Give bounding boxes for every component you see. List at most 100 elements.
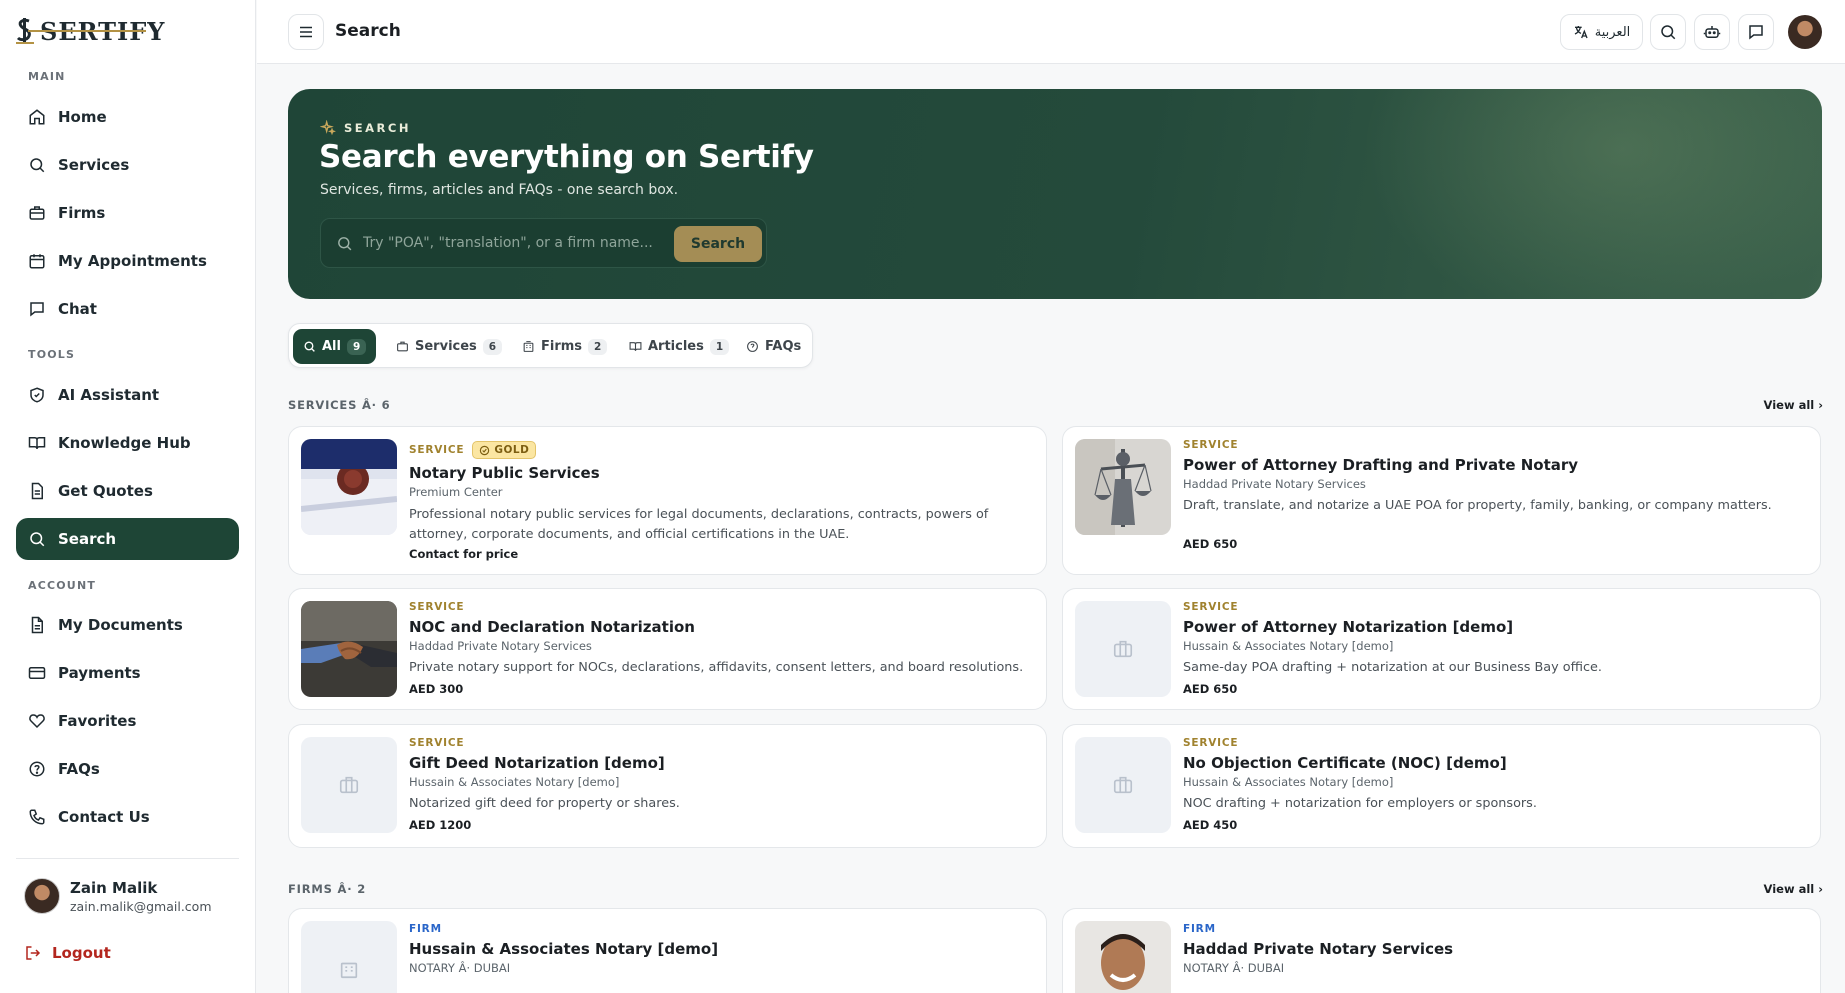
firms-section-heading: FIRMS Â· 2 (288, 882, 366, 896)
result-tabs: All 9 Services 6 Firms 2 Articles 1 FAQs (288, 323, 813, 368)
search-icon (30, 532, 45, 547)
service-card[interactable]: SERVICE NOC and Declaration Notarization… (288, 588, 1047, 710)
logout-button[interactable]: Logout (24, 944, 111, 962)
sidebar-item-home[interactable]: Home (16, 96, 239, 138)
firm-card[interactable]: FIRM Haddad Private Notary Services NOTA… (1062, 908, 1821, 993)
search-input[interactable] (363, 219, 663, 267)
tab-firms[interactable]: Firms 2 (512, 329, 617, 364)
sidebar-item-chat[interactable]: Chat (16, 288, 239, 330)
heart-icon (29, 714, 45, 729)
search-box: Search (320, 218, 767, 268)
service-card[interactable]: SERVICE Power of Attorney Notarization [… (1062, 588, 1821, 710)
tab-label: Articles (648, 339, 704, 354)
card-title: NOC and Declaration Notarization (409, 618, 695, 636)
gold-badge: GOLD (472, 441, 537, 459)
shield-icon (30, 387, 44, 403)
chat-icon (1749, 25, 1763, 40)
service-thumbnail-placeholder (301, 737, 397, 833)
logo-underline (28, 30, 146, 32)
firms-view-all-link[interactable]: View all › (1764, 882, 1823, 896)
topbar-search-button[interactable] (1650, 14, 1686, 50)
sidebar-item-contact-us[interactable]: Contact Us (16, 796, 239, 838)
user-card[interactable]: Zain Malik zain.malik@gmail.com (24, 878, 212, 914)
language-toggle-button[interactable]: العربية (1560, 14, 1643, 50)
hamburger-icon (300, 26, 312, 38)
search-button[interactable]: Search (674, 226, 762, 262)
tab-count: 9 (346, 338, 367, 355)
card-title: Haddad Private Notary Services (1183, 940, 1454, 958)
firm-thumbnail (1075, 921, 1171, 993)
sidebar-item-firms[interactable]: Firms (16, 192, 239, 234)
view-all-label: View all (1763, 882, 1815, 896)
tab-articles[interactable]: Articles 1 (619, 329, 739, 364)
sidebar-item-payments[interactable]: Payments (16, 652, 239, 694)
service-card[interactable]: SERVICE No Objection Certificate (NOC) [… (1062, 724, 1821, 848)
user-email: zain.malik@gmail.com (70, 898, 212, 914)
sidebar-item-my-documents[interactable]: My Documents (16, 604, 239, 646)
tab-services[interactable]: Services 6 (386, 329, 512, 364)
tab-count: 2 (588, 338, 608, 355)
service-thumbnail (301, 439, 397, 535)
sidebar-item-favorites[interactable]: Favorites (16, 700, 239, 742)
hero-subtitle: Services, firms, articles and FAQs - one… (320, 182, 679, 198)
sidebar-item-faqs[interactable]: FAQs (16, 748, 239, 790)
card-title: No Objection Certificate (NOC) [demo] (1183, 754, 1507, 772)
logout-icon (26, 946, 41, 960)
sidebar-item-label: FAQs (58, 760, 100, 778)
card-provider: Haddad Private Notary Services (409, 639, 592, 653)
sidebar-item-label: Get Quotes (58, 482, 153, 500)
sidebar-item-get-quotes[interactable]: Get Quotes (16, 470, 239, 512)
sidebar-item-label: Home (58, 108, 107, 126)
file-icon (31, 616, 43, 634)
search-icon (30, 158, 45, 173)
tab-label: FAQs (765, 339, 802, 354)
tab-faqs[interactable]: FAQs (736, 329, 811, 364)
sidebar-item-label: Chat (58, 300, 97, 318)
briefcase-icon (29, 206, 45, 220)
card-kind: SERVICE (409, 444, 465, 456)
card-provider: Hussain & Associates Notary [demo] (1183, 639, 1394, 653)
book-icon (629, 342, 642, 351)
sidebar-item-my-appointments[interactable]: My Appointments (16, 240, 239, 282)
sidebar-item-services[interactable]: Services (16, 144, 239, 186)
sidebar-item-label: Services (58, 156, 130, 174)
service-card[interactable]: SERVICE Power of Attorney Drafting and P… (1062, 426, 1821, 575)
robot-icon (1703, 26, 1721, 38)
card-provider: Hussain & Associates Notary [demo] (1183, 775, 1394, 789)
sidebar-item-search[interactable]: Search (16, 518, 239, 560)
card-description: Professional notary public services for … (409, 507, 989, 542)
tab-label: Firms (541, 339, 583, 354)
avatar[interactable] (1788, 15, 1822, 49)
card-kind: FIRM (409, 923, 442, 935)
sparkles-icon (320, 120, 336, 136)
firm-card[interactable]: FIRM Hussain & Associates Notary [demo] … (288, 908, 1047, 993)
messages-button[interactable] (1738, 14, 1774, 50)
card-price: AED 650 (1183, 682, 1238, 696)
sidebar-item-ai-assistant[interactable]: AI Assistant (16, 374, 239, 416)
service-card[interactable]: SERVICE Gift Deed Notarization [demo] Hu… (288, 724, 1047, 848)
sidebar-item-knowledge-hub[interactable]: Knowledge Hub (16, 422, 239, 464)
sidebar-divider (16, 858, 239, 859)
card-kind: SERVICE (1183, 439, 1239, 451)
services-view-all-link[interactable]: View all › (1764, 398, 1823, 412)
sidebar: SERTIFY MAIN Home Services Firms My Appo… (0, 0, 256, 993)
menu-button[interactable] (288, 14, 324, 50)
briefcase-icon (397, 341, 408, 352)
briefcase-icon (1113, 776, 1133, 794)
services-section-heading: SERVICES Â· 6 (288, 398, 391, 412)
card-kind: FIRM (1183, 923, 1216, 935)
sidebar-item-label: My Documents (58, 616, 183, 634)
user-name: Zain Malik (70, 878, 158, 897)
sidebar-item-label: Search (58, 530, 117, 548)
card-description: Draft, translate, and notarize a UAE POA… (1183, 498, 1772, 513)
ai-assistant-button[interactable] (1694, 14, 1730, 50)
tab-count: 6 (482, 338, 503, 355)
view-all-label: View all (1763, 398, 1815, 412)
section-label-main: MAIN (28, 70, 66, 83)
building-icon (523, 341, 534, 352)
search-icon (338, 237, 352, 251)
tab-all[interactable]: All 9 (293, 329, 377, 364)
sidebar-item-label: Knowledge Hub (58, 434, 191, 452)
service-card[interactable]: SERVICE GOLD Notary Public Services Prem… (288, 426, 1047, 575)
firm-thumbnail-placeholder (301, 921, 397, 993)
